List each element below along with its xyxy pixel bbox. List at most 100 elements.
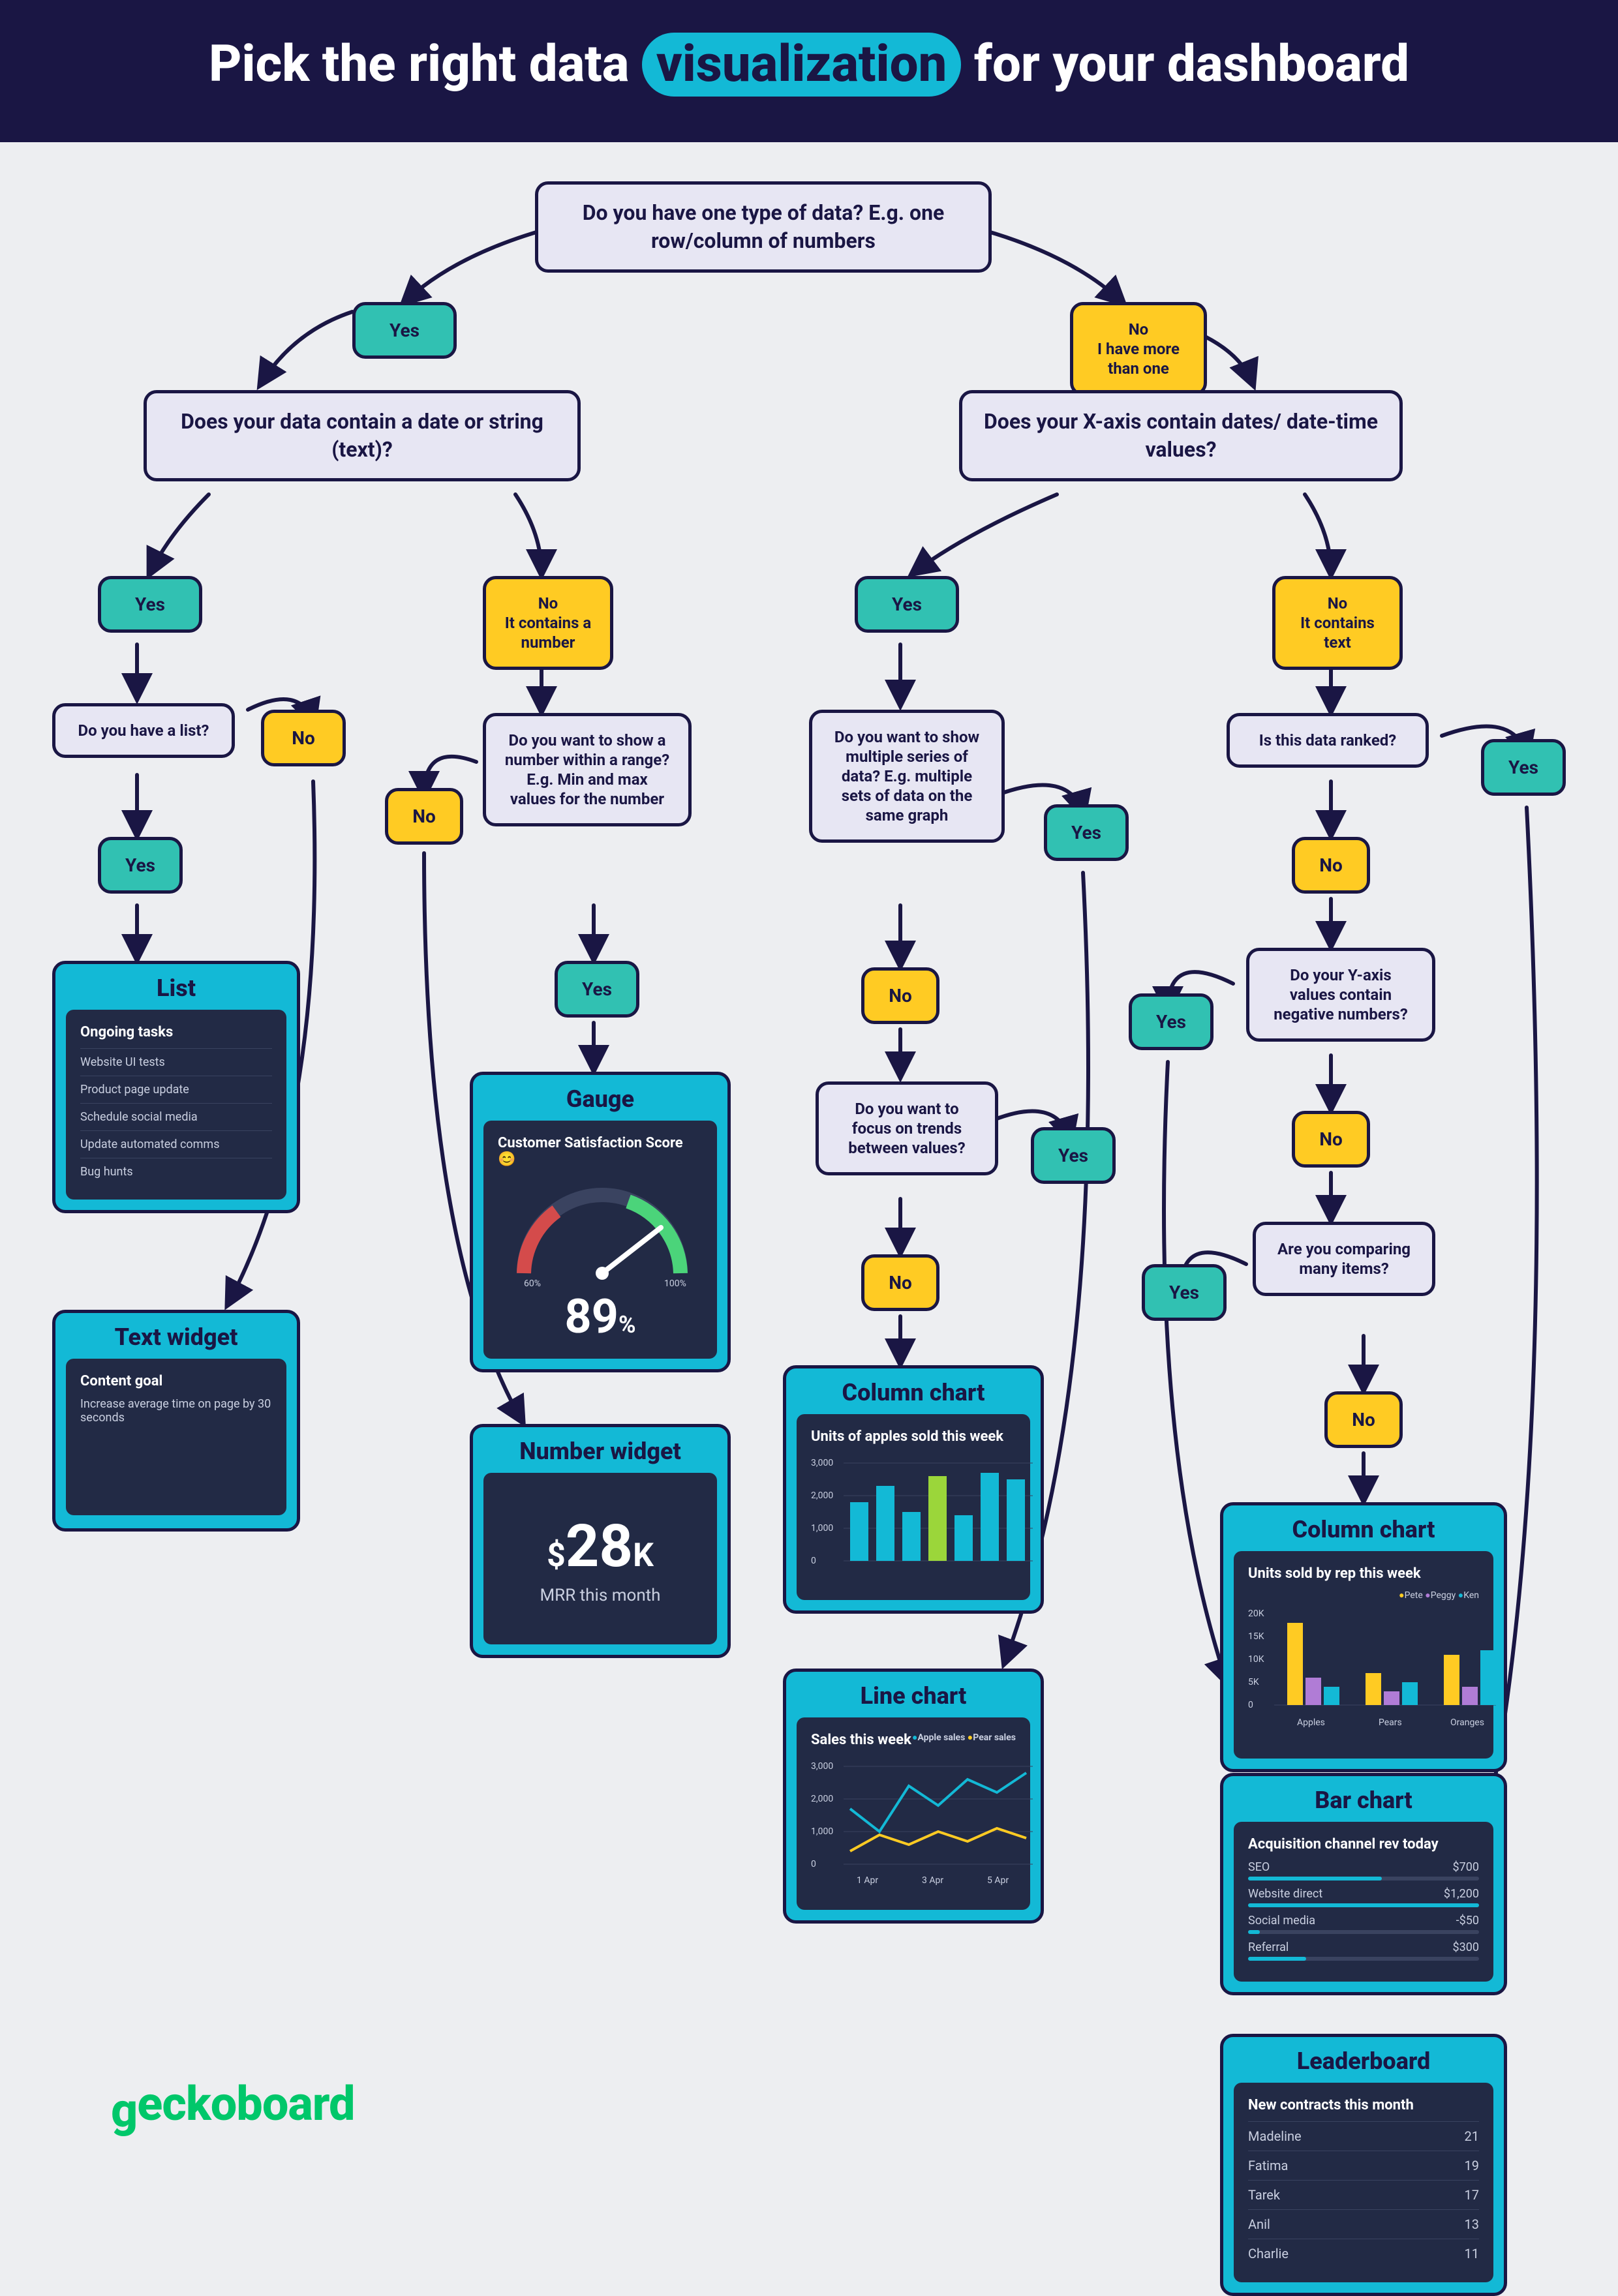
widget-text-inner: Content goal Increase average time on pa… <box>66 1359 286 1515</box>
svg-text:0: 0 <box>1248 1700 1253 1710</box>
number-value: 28 <box>566 1512 633 1580</box>
widget-number: Number widget $28K MRR this month <box>470 1424 731 1658</box>
svg-text:3,000: 3,000 <box>811 1761 833 1772</box>
svg-text:10K: 10K <box>1248 1654 1264 1665</box>
widget-col1-inner: Units of apples sold this week 3,000 2,0… <box>797 1414 1030 1600</box>
svg-text:2,000: 2,000 <box>811 1794 833 1804</box>
a-multi-yes: Yes <box>1044 804 1129 861</box>
q-have-list: Do you have a list? <box>52 703 235 758</box>
line-title: Sales this week <box>811 1732 911 1748</box>
widget-leaderboard-title: Leaderboard <box>1234 2047 1493 2075</box>
leaderboard-row: Madeline21 <box>1248 2121 1479 2151</box>
a-range-no: No <box>385 788 463 845</box>
q-root: Do you have one type of data? E.g. one r… <box>535 181 992 273</box>
widget-number-inner: $28K MRR this month <box>483 1473 717 1644</box>
widget-gauge-inner: Customer Satisfaction Score 😊 60% 100% 8… <box>483 1121 717 1359</box>
widget-bar-title: Bar chart <box>1234 1787 1493 1814</box>
a-root-yes: Yes <box>352 302 457 359</box>
bar-title: Acquisition channel rev today <box>1248 1836 1479 1852</box>
brand-text: eckoboard <box>137 2076 354 2132</box>
leaderboard-row: Anil13 <box>1248 2209 1479 2239</box>
gauge-icon: 60% 100% <box>498 1175 707 1286</box>
bar-row: SEO$700 <box>1248 1860 1479 1881</box>
bar-row: Referral$300 <box>1248 1941 1479 1961</box>
a-date-yes: Yes <box>98 576 202 633</box>
q-ranked: Is this data ranked? <box>1227 713 1429 768</box>
col2-cat-2: Oranges <box>1450 1717 1484 1728</box>
line-chart-icon: 3,000 2,000 1,000 0 1 Apr3 Apr5 Apr <box>811 1756 1033 1893</box>
widget-col2-title: Column chart <box>1234 1516 1493 1543</box>
col1-title: Units of apples sold this week <box>811 1428 1016 1445</box>
a-date-no: No It contains a number <box>483 576 613 670</box>
col1-chart-icon: 3,000 2,000 1,000 0 <box>811 1453 1033 1583</box>
widget-bar: Bar chart Acquisition channel rev today … <box>1220 1773 1507 1995</box>
page-header: Pick the right data visualization for yo… <box>0 0 1618 142</box>
list-item: Product page update <box>80 1076 272 1103</box>
widget-col1-title: Column chart <box>797 1379 1030 1406</box>
q-multi-series: Do you want to show multiple series of d… <box>809 710 1005 843</box>
a-neg-no: No <box>1292 1111 1370 1168</box>
list-item: Schedule social media <box>80 1103 272 1130</box>
col2-legend-1: Peggy <box>1431 1590 1456 1601</box>
a-trends-no: No <box>861 1254 939 1311</box>
leaderboard-row: Tarek17 <box>1248 2180 1479 2209</box>
widget-line-title: Line chart <box>797 1682 1030 1710</box>
q-negatives: Do your Y-axis values contain negative n… <box>1246 948 1435 1042</box>
widget-list-inner: Ongoing tasks Website UI testsProduct pa… <box>66 1010 286 1200</box>
a-ranked-no: No <box>1292 837 1370 894</box>
col2-cat-1: Pears <box>1379 1717 1402 1728</box>
widget-leaderboard-inner: New contracts this month Madeline21Fatim… <box>1234 2083 1493 2282</box>
svg-text:1,000: 1,000 <box>811 1523 833 1533</box>
leaderboard-row: Fatima19 <box>1248 2151 1479 2180</box>
number-suffix: K <box>633 1537 654 1575</box>
title-highlight: visualization <box>642 33 962 97</box>
svg-text:5 Apr: 5 Apr <box>987 1875 1009 1886</box>
widget-gauge-title: Gauge <box>483 1085 717 1113</box>
widget-column-2: Column chart Units sold by rep this week… <box>1220 1502 1507 1772</box>
line-legend-0: Apple sales <box>917 1732 965 1743</box>
bar-row: Social media-$50 <box>1248 1914 1479 1934</box>
a-root-no: No I have more than one <box>1070 302 1207 396</box>
col2-chart-icon: 20K15K10K5K0 Apples Pears Oranges <box>1248 1605 1496 1742</box>
col2-legend-0: Pete <box>1405 1590 1423 1601</box>
widget-column-1: Column chart Units of apples sold this w… <box>783 1365 1044 1614</box>
a-xdates-yes: Yes <box>855 576 959 633</box>
svg-text:2,000: 2,000 <box>811 1490 833 1501</box>
svg-text:20K: 20K <box>1248 1609 1264 1619</box>
widget-bar-inner: Acquisition channel rev today SEO$700 Web… <box>1234 1822 1493 1982</box>
gauge-max: 100% <box>664 1278 686 1286</box>
flowchart-canvas: Do you have one type of data? E.g. one r… <box>0 142 1618 2197</box>
title-pre: Pick the right data <box>209 35 642 94</box>
gauge-title: Customer Satisfaction Score 😊 <box>498 1135 703 1168</box>
number-prefix: $ <box>547 1537 566 1575</box>
widget-number-title: Number widget <box>483 1438 717 1465</box>
text-title: Content goal <box>80 1373 272 1389</box>
q-date-string: Does your data contain a date or string … <box>144 390 581 481</box>
a-ranked-yes: Yes <box>1481 739 1566 796</box>
col2-cat-0: Apples <box>1297 1717 1325 1728</box>
widget-col2-inner: Units sold by rep this week ●Pete ●Peggy… <box>1234 1551 1493 1759</box>
a-many-yes: Yes <box>1142 1264 1227 1321</box>
page-title: Pick the right data visualization for yo… <box>0 33 1618 97</box>
widget-text: Text widget Content goal Increase averag… <box>52 1310 300 1532</box>
a-trends-yes: Yes <box>1031 1127 1116 1184</box>
list-item: Website UI tests <box>80 1048 272 1076</box>
svg-text:1 Apr: 1 Apr <box>857 1875 878 1886</box>
widget-text-title: Text widget <box>66 1323 286 1351</box>
widget-list-title: List <box>66 974 286 1002</box>
text-body: Increase average time on page by 30 seco… <box>80 1397 272 1425</box>
bar-row: Website direct$1,200 <box>1248 1887 1479 1907</box>
svg-text:3 Apr: 3 Apr <box>922 1875 943 1886</box>
widget-list: List Ongoing tasks Website UI testsProdu… <box>52 961 300 1213</box>
svg-text:0: 0 <box>811 1556 816 1566</box>
svg-text:5K: 5K <box>1248 1677 1259 1687</box>
gauge-value: 89 <box>564 1289 618 1344</box>
col2-legend-2: Ken <box>1463 1590 1479 1601</box>
q-many-items: Are you comparing many items? <box>1253 1222 1435 1296</box>
line-legend-1: Pear sales <box>973 1732 1016 1743</box>
svg-text:0: 0 <box>811 1859 816 1869</box>
widget-line: Line chart Sales this week ●Apple sales … <box>783 1669 1044 1924</box>
leaderboard-row: Charlie11 <box>1248 2239 1479 2268</box>
a-range-yes: Yes <box>555 961 639 1018</box>
list-item: Bug hunts <box>80 1158 272 1185</box>
